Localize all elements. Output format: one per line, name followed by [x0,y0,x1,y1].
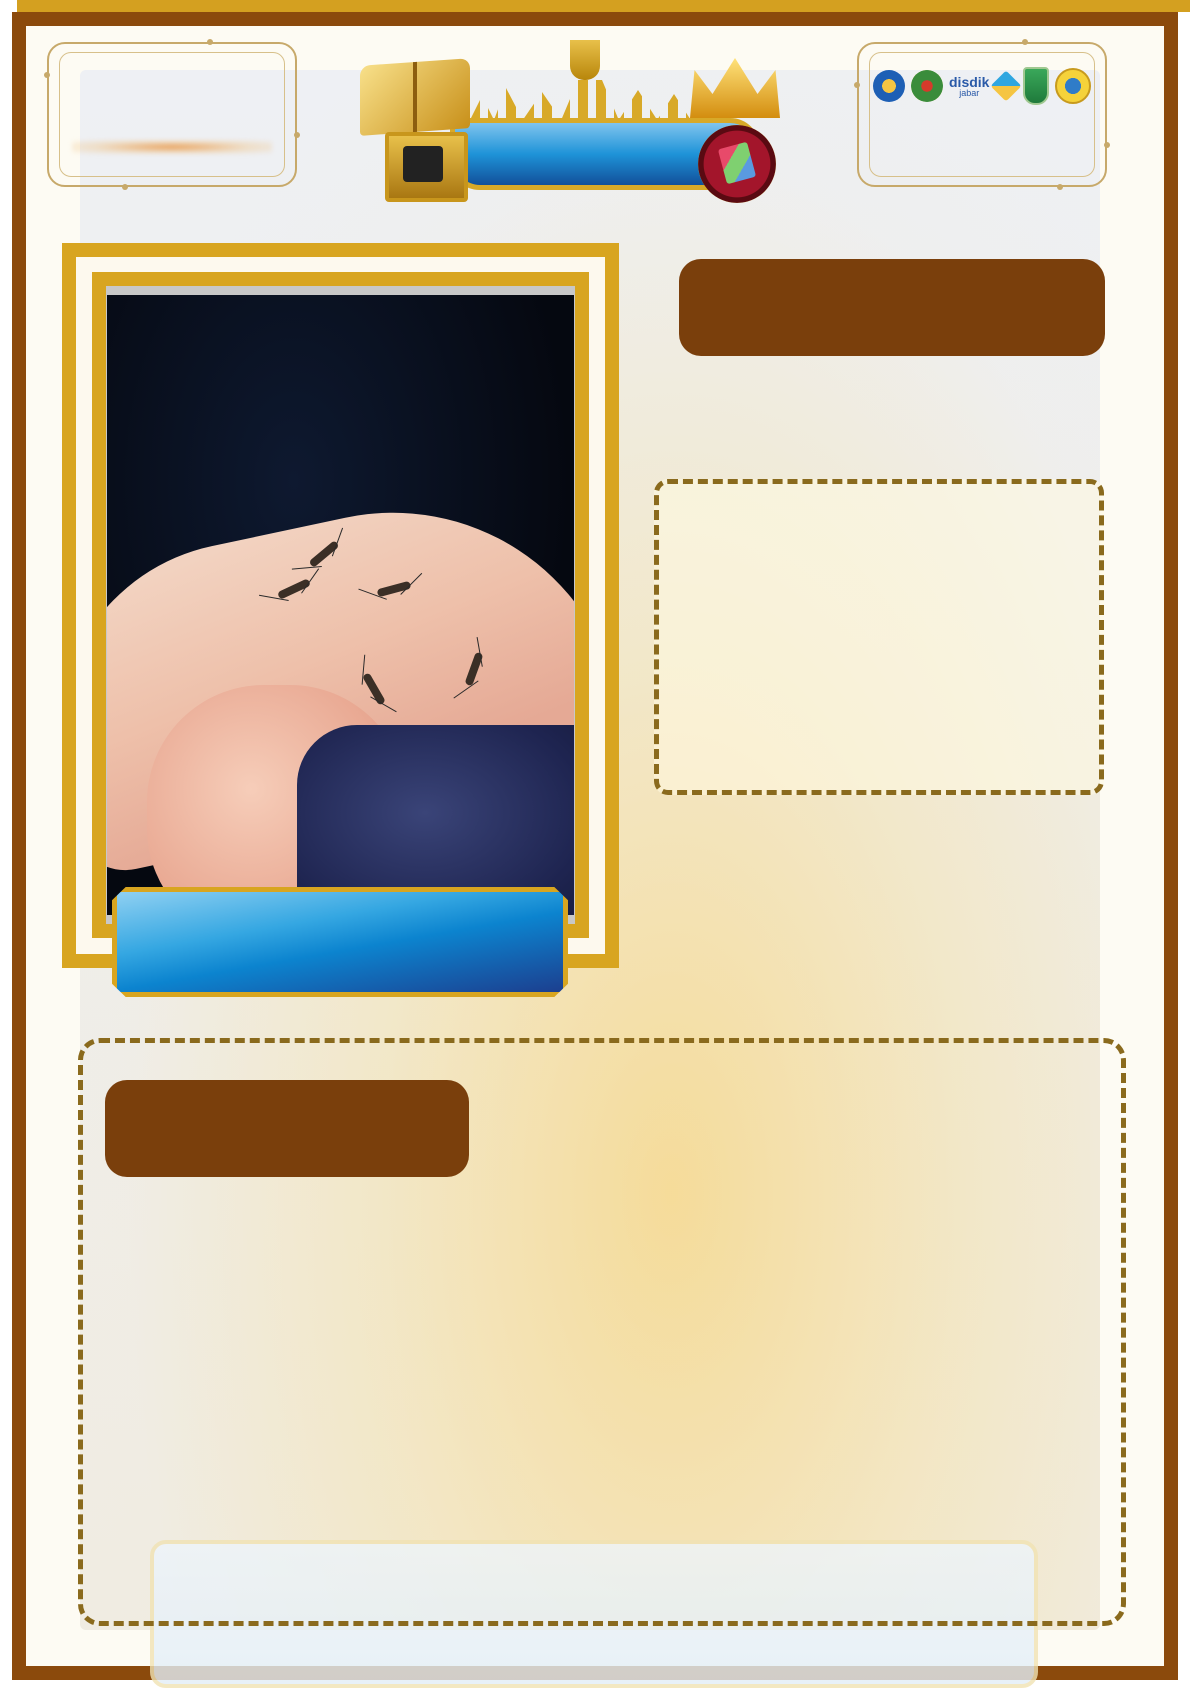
header-left-corner [44,39,300,190]
crown-icon [690,58,780,118]
diamond-icon [990,70,1023,102]
description-heading-pill [105,1080,469,1177]
photo-name-banner [112,887,568,997]
glow-bar [72,140,272,154]
cloth-shape [297,725,574,915]
header-right-corner [854,39,1110,190]
top-accent-strip [17,0,1190,12]
mosquito-on-arm-photo [107,295,574,915]
disdik-text: disdik [949,73,990,90]
circuit-dot-icon [1057,184,1063,190]
circuit-dot-icon [1022,39,1028,45]
tower-icon [1023,67,1050,105]
circuit-dot-icon [854,82,860,88]
trophy-icon [570,40,600,80]
partner-logos: disdik jabar [873,66,1093,106]
book-icon [360,58,470,136]
circuit-dot-icon [207,39,213,45]
pedestal-icon [385,132,468,202]
title-pill [679,259,1105,356]
medal-icon [698,125,776,203]
circuit-dot-icon [1104,142,1110,148]
circuit-dot-icon [122,184,128,190]
circuit-dot-icon [44,72,50,78]
corner-inner-border [59,52,285,177]
emblem-1-icon [873,70,905,102]
emblem-2-icon [911,70,943,102]
circuit-dot-icon [294,132,300,138]
crowd-silhouette-icon [470,80,710,120]
header-emblem [360,40,800,205]
disdik-jabar-logo: disdik jabar [949,75,989,98]
jabar-text: jabar [959,87,980,98]
emblem-6-icon [1055,68,1092,104]
info-box [654,479,1104,795]
